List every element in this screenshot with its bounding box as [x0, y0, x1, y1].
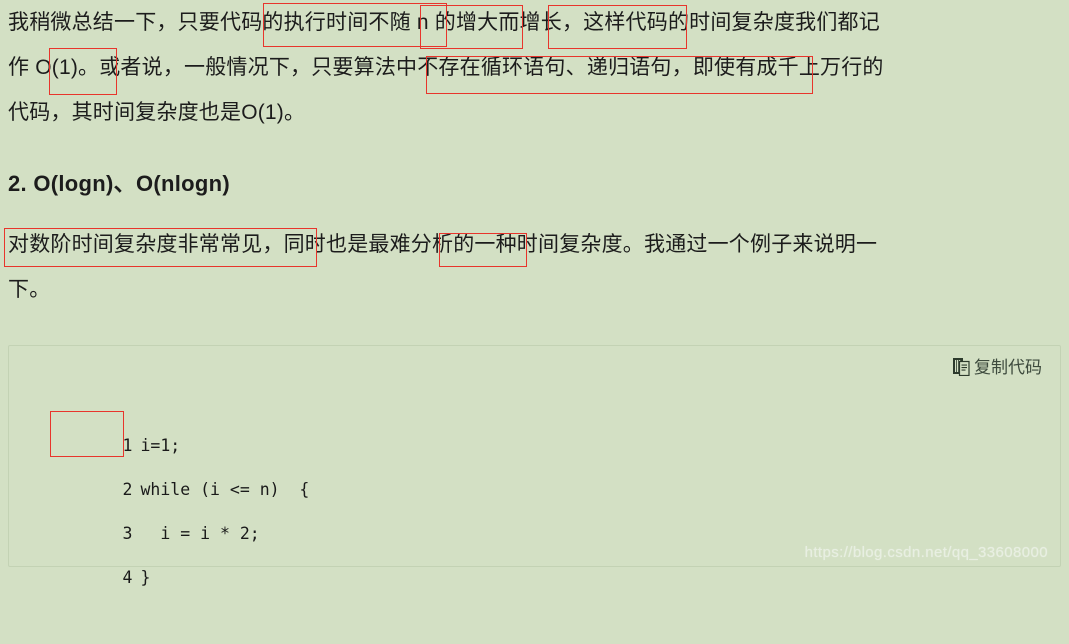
paragraph-intro-line-3: 代码，其时间复杂度也是O(1)。 — [8, 101, 306, 124]
paragraph-logarithmic-line-1: 对数阶时间复杂度非常常见，同时也是最难分析的一种时间复杂度。我通过一个例子来说明… — [8, 233, 878, 256]
code-block: 复制代码 1 i=1; 2 while (i <= n) { 3 i = i * 2… — [8, 345, 1061, 587]
code-line-text: i = i * 2; — [140, 524, 260, 543]
code-line-number: 4 — [122, 568, 133, 587]
code-line-text: } — [140, 568, 151, 587]
paragraph-intro: 我稍微总结一下，只要代码的执行时间不随 n 的增大而增长，这样代码的时间复杂度我… — [8, 0, 1061, 135]
copy-code-label: 复制代码 — [974, 357, 1042, 377]
code-line-text: while (i <= n) { — [140, 480, 310, 499]
section-heading: 2. O(logn)、O(nlogn) — [8, 171, 230, 196]
copy-code-button[interactable]: 复制代码 — [953, 357, 1042, 377]
code-line-number: 2 — [122, 480, 133, 499]
code-line-number: 1 — [122, 436, 133, 455]
code-line-number: 3 — [122, 524, 133, 543]
paragraph-intro-line-2: 作 O(1)。或者说，一般情况下，只要算法中不存在循环语句、递归语句，即使有成千… — [8, 56, 884, 79]
paragraph-intro-line-1: 我稍微总结一下，只要代码的执行时间不随 n 的增大而增长，这样代码的时间复杂度我… — [8, 11, 880, 34]
watermark: https://blog.csdn.net/qq_33608000 — [804, 544, 1048, 561]
paragraph-logarithmic: 对数阶时间复杂度非常常见，同时也是最难分析的一种时间复杂度。我通过一个例子来说明… — [8, 222, 1061, 312]
code-lines[interactable]: 1 i=1; 2 while (i <= n) { 3 i = i * 2; 4} — [35, 380, 310, 587]
code-line: 1 i=1; — [35, 380, 309, 455]
code-line-text: i=1; — [140, 436, 181, 455]
article-page: 我稍微总结一下，只要代码的执行时间不随 n 的增大而增长，这样代码的时间复杂度我… — [0, 0, 1069, 587]
copy-documents-icon — [953, 358, 970, 377]
paragraph-logarithmic-line-2: 下。 — [8, 278, 51, 301]
